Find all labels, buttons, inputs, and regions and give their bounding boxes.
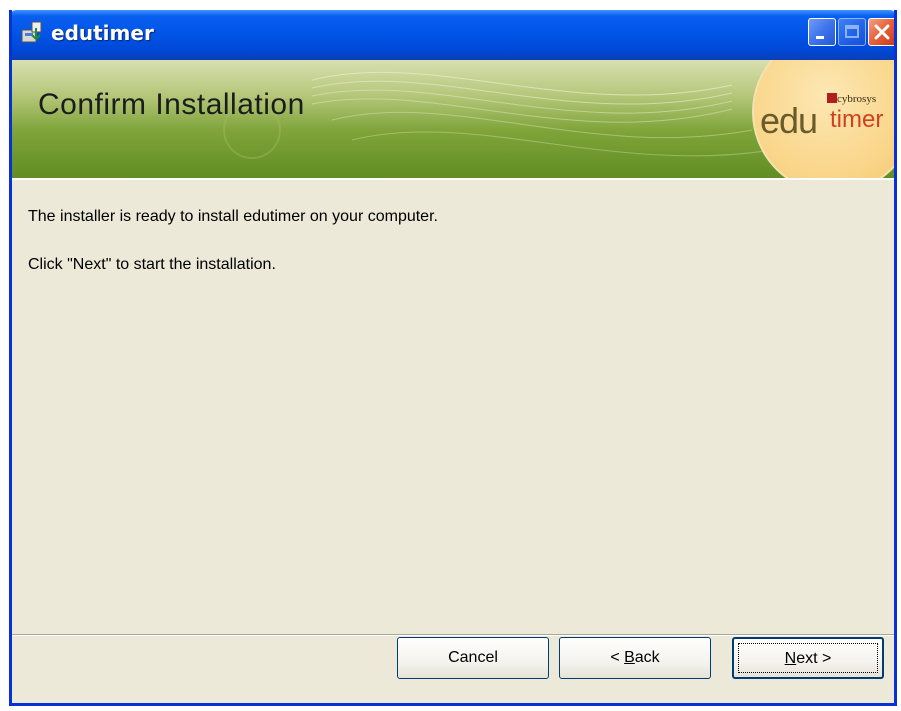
- close-icon: [874, 24, 890, 40]
- installer-icon: [21, 21, 42, 43]
- back-button[interactable]: < Back: [559, 637, 711, 679]
- ready-message: The installer is ready to install edutim…: [28, 208, 438, 225]
- close-button[interactable]: [868, 18, 894, 46]
- maximize-button: [838, 18, 866, 46]
- maximize-icon: [845, 25, 859, 38]
- logo-edu-text: edu: [760, 100, 818, 141]
- back-button-label: < Back: [610, 649, 659, 666]
- installer-window: edutimer Confirm Installation cybrosys e…: [9, 10, 897, 706]
- logo-brand-text: cybrosys: [837, 93, 877, 105]
- next-button[interactable]: Next >: [732, 637, 884, 679]
- window-title: edutimer: [51, 21, 154, 45]
- next-button-label: Next >: [785, 650, 832, 667]
- cancel-button[interactable]: Cancel: [397, 637, 549, 679]
- brand-mark-icon: [827, 93, 837, 103]
- instruction-message: Click "Next" to start the installation.: [28, 256, 276, 273]
- back-rest: ack: [634, 649, 660, 666]
- header-banner: Confirm Installation cybrosys edu timer: [12, 60, 894, 180]
- button-separator: [12, 634, 894, 636]
- back-prefix: <: [610, 649, 625, 666]
- next-access-key: N: [784, 650, 797, 667]
- minimize-icon: [816, 36, 824, 39]
- back-access-key: B: [624, 649, 635, 666]
- next-rest: ext >: [796, 650, 832, 667]
- minimize-button[interactable]: [808, 18, 836, 46]
- title-bar[interactable]: edutimer: [12, 10, 894, 60]
- logo-timer-text: timer: [830, 106, 884, 133]
- page-title: Confirm Installation: [38, 88, 305, 121]
- cancel-button-label: Cancel: [448, 649, 498, 666]
